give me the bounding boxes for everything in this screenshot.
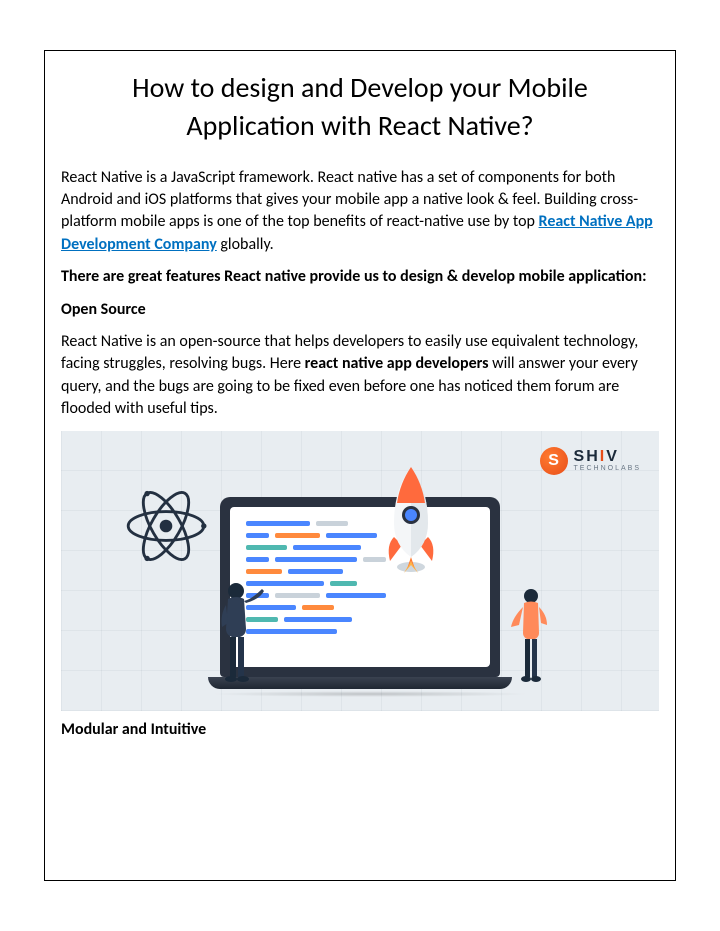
hero-illustration: SHIV TECHNOLABS <box>61 431 659 711</box>
brand-name-1: SH <box>574 448 600 465</box>
brand-name-2: V <box>606 448 619 465</box>
brand-tagline: TECHNOLABS <box>574 465 641 472</box>
react-logo-icon <box>121 481 211 571</box>
intro-paragraph: React Native is a JavaScript framework. … <box>61 167 659 257</box>
person-left-icon <box>216 581 258 691</box>
brand-logo: SHIV TECHNOLABS <box>540 447 641 475</box>
document-frame: How to design and Develop your Mobile Ap… <box>44 50 676 881</box>
intro-text-post: globally. <box>217 235 274 254</box>
modular-heading: Modular and Intuitive <box>61 719 659 741</box>
open-source-bold: react native app developers <box>305 354 489 373</box>
page-title: How to design and Develop your Mobile Ap… <box>61 69 659 145</box>
ground-shadow <box>211 691 529 697</box>
open-source-paragraph: React Native is an open-source that help… <box>61 331 659 421</box>
brand-text: SHIV TECHNOLABS <box>574 449 641 472</box>
features-lead: There are great features React native pr… <box>61 266 659 288</box>
rocket-icon <box>384 465 438 575</box>
person-right-icon <box>511 587 551 691</box>
laptop-screen <box>230 507 490 667</box>
open-source-heading: Open Source <box>61 299 659 321</box>
brand-mark-icon <box>540 447 568 475</box>
